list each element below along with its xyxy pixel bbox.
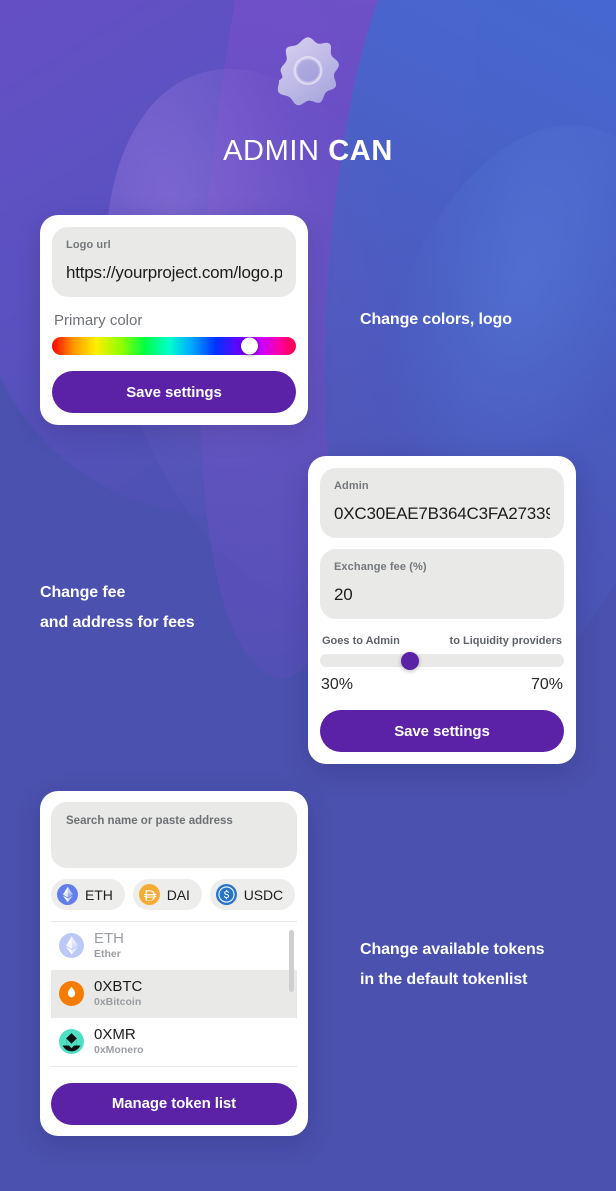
token-list-item-text: 0XMR 0xMonero xyxy=(94,1026,144,1058)
annotation-fee: Change fee and address for fees xyxy=(40,578,195,638)
logo-url-value: https://yourproject.com/logo.png xyxy=(66,263,282,282)
eth-token-icon xyxy=(57,884,78,905)
branding-settings-card: Logo url https://yourproject.com/logo.pn… xyxy=(40,215,308,425)
token-chip-dai[interactable]: DAI xyxy=(132,879,202,910)
token-symbol: ETH xyxy=(94,930,124,947)
xmr-token-icon xyxy=(59,1029,84,1055)
token-search-input[interactable]: Search name or paste address xyxy=(51,802,297,868)
common-token-chips: ETH DAI USDC xyxy=(51,879,297,921)
annotation-colors: Change colors, logo xyxy=(360,305,512,335)
fee-settings-card: Admin 0XC30EAE7B364C3FA273399... Exchang… xyxy=(308,456,576,764)
exchange-fee-field[interactable]: Exchange fee (%) 20 xyxy=(320,549,564,619)
token-chip-eth[interactable]: ETH xyxy=(51,879,125,910)
fee-split-slider-handle[interactable] xyxy=(401,651,420,670)
token-list-item-eth[interactable]: ETH Ether xyxy=(51,922,297,970)
token-list-scrollbar[interactable] xyxy=(289,930,294,992)
manage-token-list-button[interactable]: Manage token list xyxy=(51,1082,297,1125)
logo-url-label: Logo url xyxy=(66,239,111,251)
annotation-fee-line2: and address for fees xyxy=(40,614,195,631)
token-search-placeholder: Search name or paste address xyxy=(66,815,233,827)
fee-split-right-label: to Liquidity providers xyxy=(449,635,562,647)
token-list-item-0xmr[interactable]: 0XMR 0xMonero xyxy=(51,1018,297,1066)
admin-address-label: Admin xyxy=(334,480,369,492)
token-list-item-0xbtc[interactable]: 0XBTC 0xBitcoin xyxy=(51,969,297,1018)
eth-token-icon xyxy=(59,933,84,959)
page-header: ADMIN CAN xyxy=(0,0,616,200)
annotation-colors-line: Change colors, logo xyxy=(360,311,512,328)
token-list-item-text: 0XBTC 0xBitcoin xyxy=(94,978,142,1010)
fee-split-slider[interactable] xyxy=(320,651,564,670)
primary-color-label: Primary color xyxy=(54,312,143,329)
token-symbol: 0XBTC xyxy=(94,977,143,995)
logo-url-field[interactable]: Logo url https://yourproject.com/logo.pn… xyxy=(52,227,296,297)
btc-token-icon xyxy=(59,981,84,1007)
annotation-tokens-line1: Change available tokens xyxy=(360,941,545,958)
fee-split-values: 30% 70% xyxy=(321,676,563,694)
annotation-tokens-line2: in the default tokenlist xyxy=(360,971,528,988)
save-fee-settings-button[interactable]: Save settings xyxy=(320,710,564,752)
gear-icon xyxy=(277,37,339,106)
admin-address-value: 0XC30EAE7B364C3FA273399... xyxy=(334,504,550,523)
token-chip-eth-label: ETH xyxy=(85,886,113,903)
annotation-fee-line1: Change fee xyxy=(40,584,126,601)
primary-color-slider[interactable] xyxy=(52,337,296,355)
page-title: ADMIN CAN xyxy=(223,135,393,168)
exchange-fee-value: 20 xyxy=(334,585,353,604)
token-chip-usdc[interactable]: USDC xyxy=(209,879,296,910)
token-name: 0xBitcoin xyxy=(94,996,142,1009)
page-title-light: ADMIN xyxy=(223,135,320,167)
save-branding-settings-button[interactable]: Save settings xyxy=(52,371,296,413)
annotation-tokens: Change available tokens in the default t… xyxy=(360,935,545,995)
token-name: 0xMonero xyxy=(94,1044,144,1057)
token-chip-dai-label: DAI xyxy=(166,886,190,903)
dai-token-icon xyxy=(138,884,160,905)
primary-color-slider-handle[interactable] xyxy=(241,337,259,355)
token-list-item-text: ETH Ether xyxy=(94,930,124,962)
token-name: Ether xyxy=(94,948,121,961)
fee-split-left-value: 30% xyxy=(321,676,354,693)
admin-address-field[interactable]: Admin 0XC30EAE7B364C3FA273399... xyxy=(320,468,564,538)
token-chip-usdc-label: USDC xyxy=(243,886,284,903)
usdc-token-icon xyxy=(215,884,237,905)
token-list: ETH Ether 0XBTC 0xBitcoin 0XMR 0xMonero xyxy=(51,921,297,1067)
exchange-fee-label: Exchange fee (%) xyxy=(334,561,427,573)
page-title-bold: CAN xyxy=(328,135,393,167)
fee-split-left-label: Goes to Admin xyxy=(322,635,400,647)
fee-split-right-value: 70% xyxy=(530,676,563,693)
token-symbol: 0XMR xyxy=(94,1025,136,1043)
fee-split-labels: Goes to Admin to Liquidity providers xyxy=(322,635,562,647)
token-list-card: Search name or paste address ETH DAI USD… xyxy=(40,791,308,1136)
